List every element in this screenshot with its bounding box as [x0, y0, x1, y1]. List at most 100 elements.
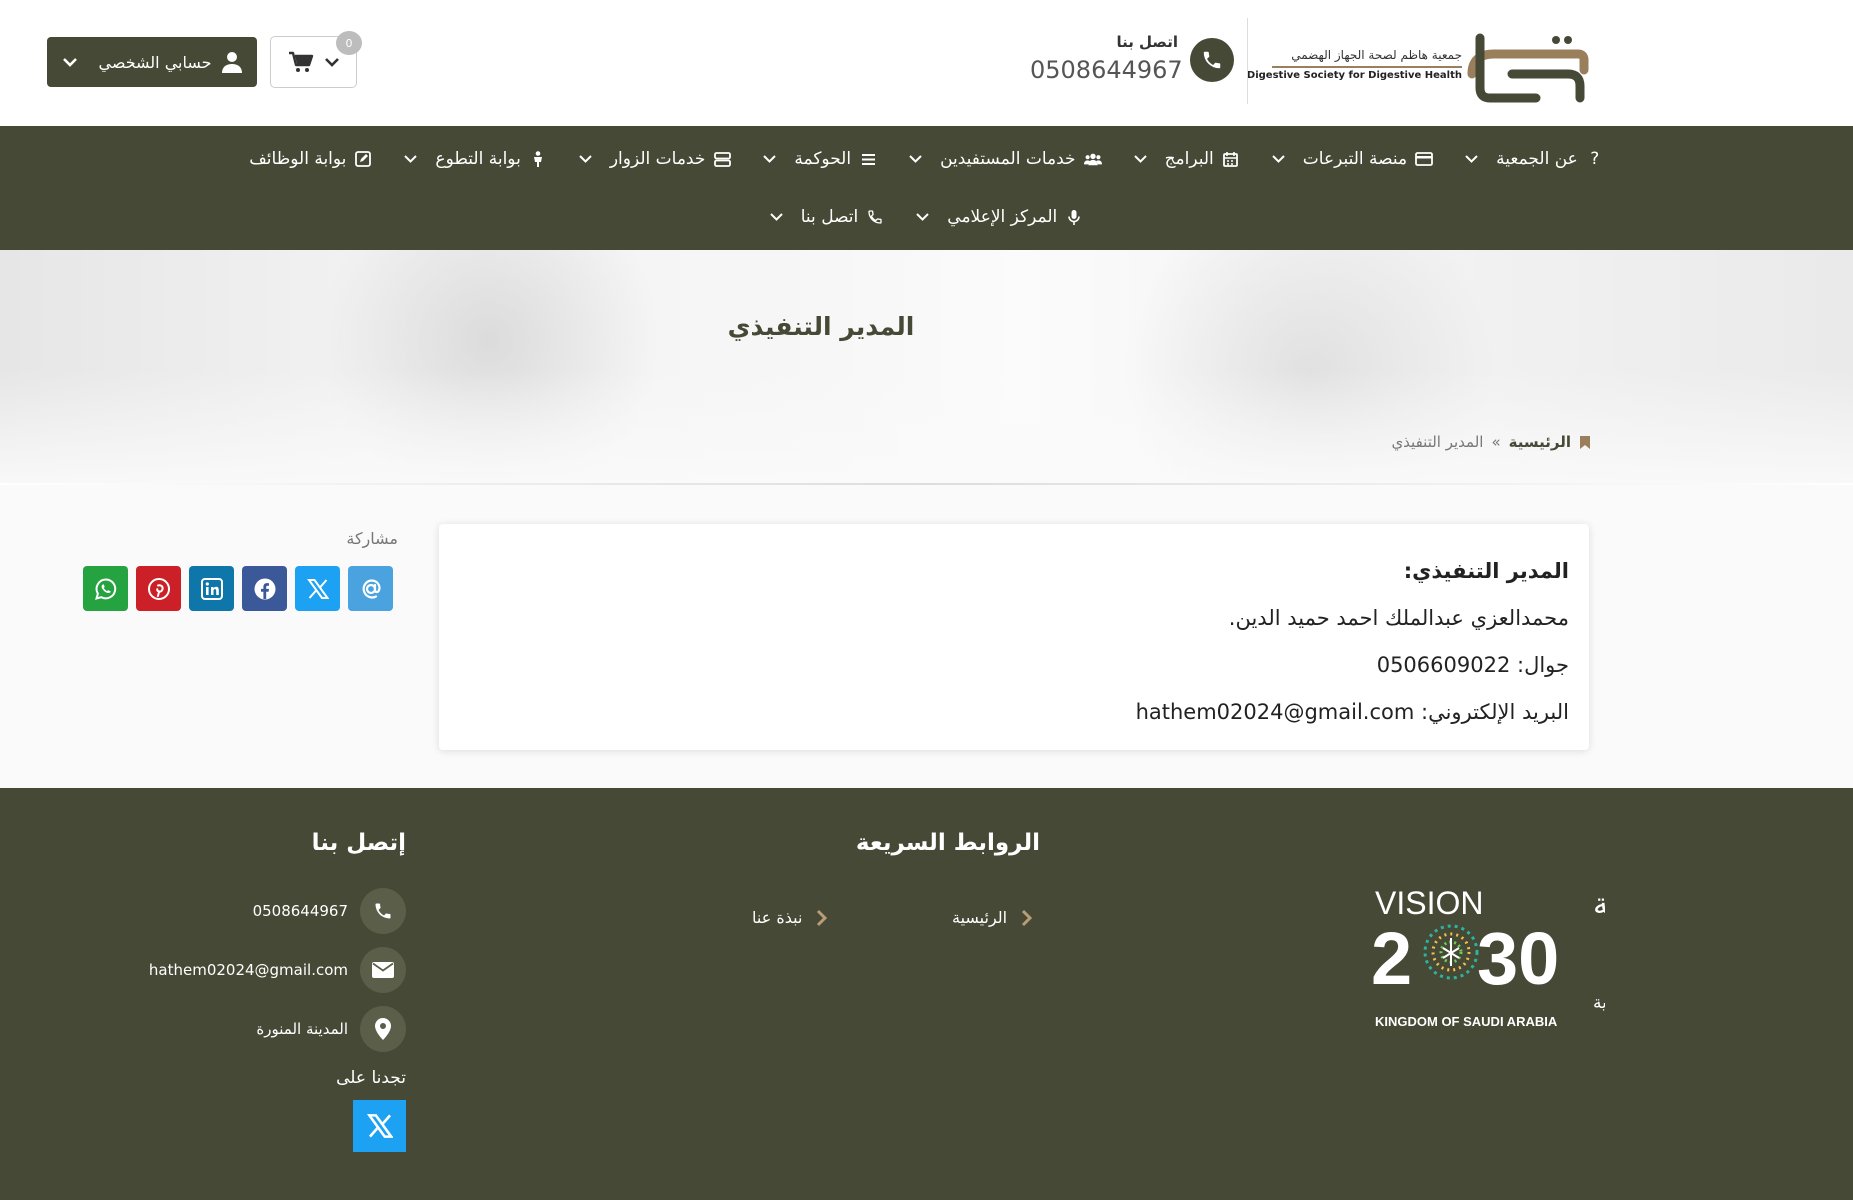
child-icon: [529, 151, 547, 167]
page-hero: المدير التنفيذي الرئيسية » المدير التنفي…: [0, 250, 1853, 484]
hero-fade: [0, 370, 1853, 484]
nav-label: خدمات الزوار: [609, 149, 706, 169]
share-buttons: [83, 566, 393, 611]
share-facebook-button[interactable]: [242, 566, 287, 611]
users-icon: [1083, 152, 1102, 166]
vision-year-left: 2: [1371, 917, 1412, 1000]
footer-x-button[interactable]: [353, 1100, 406, 1152]
credit-card-icon: [1415, 152, 1434, 166]
x-icon: [366, 1114, 393, 1138]
nav-label: منصة التبرعات: [1302, 149, 1408, 169]
main-content: المدير التنفيذي: محمدالعزي عبدالملك احمد…: [0, 485, 1853, 788]
director-name: محمدالعزي عبدالملك احمد حميد الدين.: [1228, 606, 1569, 630]
footer-phone[interactable]: 0508644967: [253, 888, 406, 934]
phone-icon[interactable]: [1190, 38, 1234, 82]
page: جمعية هاظم لصحة الجهاز الهضمي Digestive …: [0, 0, 1853, 1200]
chevron-down-icon: [1465, 154, 1478, 164]
nav-item-contact[interactable]: اتصل بنا: [754, 202, 901, 232]
quick-links-title: الروابط السريعة: [855, 830, 1040, 856]
top-header: جمعية هاظم لصحة الجهاز الهضمي Digestive …: [0, 0, 1853, 126]
pinterest-icon: [147, 577, 170, 600]
facebook-icon: [254, 578, 275, 599]
contact-number[interactable]: 0508644967: [1030, 56, 1183, 84]
quick-link-about[interactable]: نبذة عنا: [752, 908, 828, 927]
bookmark-icon: [1580, 435, 1590, 449]
breadcrumb-separator: »: [1491, 433, 1501, 451]
main-navigation: ? عن الجمعية منصة التبرعات البرامج خدمات…: [0, 126, 1853, 250]
server-icon: [713, 151, 731, 167]
header-divider: [1247, 18, 1248, 104]
chevron-down-icon: [916, 212, 929, 222]
quick-link-home[interactable]: الرئيسية: [952, 908, 1033, 927]
whatsapp-icon: [94, 577, 116, 600]
nav-label: بوابة الوظائف: [249, 149, 347, 169]
nav-item-about[interactable]: ? عن الجمعية: [1449, 144, 1620, 174]
nav-item-programs[interactable]: البرامج: [1118, 144, 1256, 174]
microphone-icon: [1065, 209, 1083, 226]
nav-row-1: ? عن الجمعية منصة التبرعات البرامج خدمات…: [0, 144, 1853, 174]
breadcrumb-home-link[interactable]: الرئيسية: [1509, 433, 1571, 451]
share-pinterest-button[interactable]: [136, 566, 181, 611]
find-us-label: تجدنا على: [336, 1068, 406, 1088]
user-icon: [221, 52, 242, 73]
share-label: مشاركة: [346, 529, 398, 548]
chevron-down-icon: [763, 154, 777, 164]
share-email-button[interactable]: [348, 566, 393, 611]
footer-city-text: المدينة المنورة: [256, 1020, 348, 1038]
nav-label: المركز الإعلامي: [947, 207, 1058, 227]
chevron-down-icon: [579, 154, 592, 164]
breadcrumb-current: المدير التنفيذي: [1391, 433, 1484, 451]
account-button[interactable]: حسابي الشخصي: [47, 37, 257, 87]
nav-item-governance[interactable]: الحوكمة: [747, 144, 893, 174]
vision-kingdom-arabic: المملكة العربية السعودية: [1593, 993, 1605, 1013]
nav-row-2: المركز الإعلامي اتصل بنا: [0, 202, 1853, 232]
linkedin-icon: [200, 577, 223, 600]
nav-item-media[interactable]: المركز الإعلامي: [900, 202, 1099, 232]
share-linkedin-button[interactable]: [189, 566, 234, 611]
chevron-down-icon: [404, 154, 418, 164]
nav-item-beneficiaries[interactable]: خدمات المستفيدين: [893, 144, 1117, 174]
chevron-down-icon: [1133, 154, 1147, 164]
logo-arabic-text: جمعية هاظم لصحة الجهاز الهضمي: [1291, 48, 1462, 62]
logo-underline: [1272, 66, 1462, 68]
nav-item-visitors[interactable]: خدمات الزوار: [563, 144, 748, 174]
page-title: المدير التنفيذي: [727, 312, 915, 341]
account-label: حسابي الشخصي: [98, 52, 212, 72]
vision-year-right: 30: [1477, 917, 1559, 1000]
contact-label: اتصل بنا: [1116, 33, 1178, 51]
footer-email-text: hathem02024@gmail.com: [148, 961, 348, 979]
chevron-down-icon: [770, 212, 783, 222]
nav-label: عن الجمعية: [1496, 149, 1578, 169]
cart-count-badge: 0: [336, 31, 362, 55]
chevron-right-icon: [817, 909, 828, 926]
calendar-icon: [1222, 151, 1240, 167]
director-mobile: جوال: 0506609022: [1376, 653, 1569, 677]
email-icon: [362, 578, 380, 599]
phone-icon: [866, 209, 884, 225]
nav-label: البرامج: [1164, 149, 1214, 169]
director-email: البريد الإلكتروني: hathem02024@gmail.com: [1135, 700, 1569, 724]
nav-item-donations[interactable]: منصة التبرعات: [1256, 144, 1449, 174]
nav-label: بوابة التطوع: [435, 149, 521, 169]
nav-label: اتصل بنا: [800, 207, 859, 227]
phone-icon: [360, 888, 406, 934]
quick-link-label: نبذة عنا: [752, 908, 803, 927]
site-logo[interactable]: جمعية هاظم لصحة الجهاز الهضمي Digestive …: [1247, 26, 1590, 106]
quick-link-label: الرئيسية: [952, 908, 1008, 927]
share-whatsapp-button[interactable]: [83, 566, 128, 611]
footer-email[interactable]: hathem02024@gmail.com: [149, 947, 406, 993]
vision-kingdom-english: KINGDOM OF SAUDI ARABIA: [1375, 1014, 1558, 1028]
question-icon: ?: [1590, 149, 1600, 169]
vision-emblem: [1423, 924, 1479, 980]
contact-title: إتصل بنا: [311, 830, 406, 856]
x-icon: [306, 578, 329, 599]
chevron-down-icon: [1272, 154, 1285, 164]
logo-english-text: Digestive Society for Digestive Health: [1246, 70, 1462, 81]
chevron-down-icon: [63, 58, 78, 67]
nav-item-jobs[interactable]: بوابة الوظائف: [233, 144, 388, 174]
site-footer: VISION رؤيـــة 2 30 المملكة العربية السع…: [0, 788, 1853, 1200]
nav-item-volunteer[interactable]: بوابة التطوع: [388, 144, 562, 174]
share-x-button[interactable]: [295, 566, 340, 611]
vision-word: VISION: [1375, 885, 1483, 921]
vision-2030-logo: VISION رؤيـــة 2 30 المملكة العربية السع…: [1371, 885, 1605, 1028]
